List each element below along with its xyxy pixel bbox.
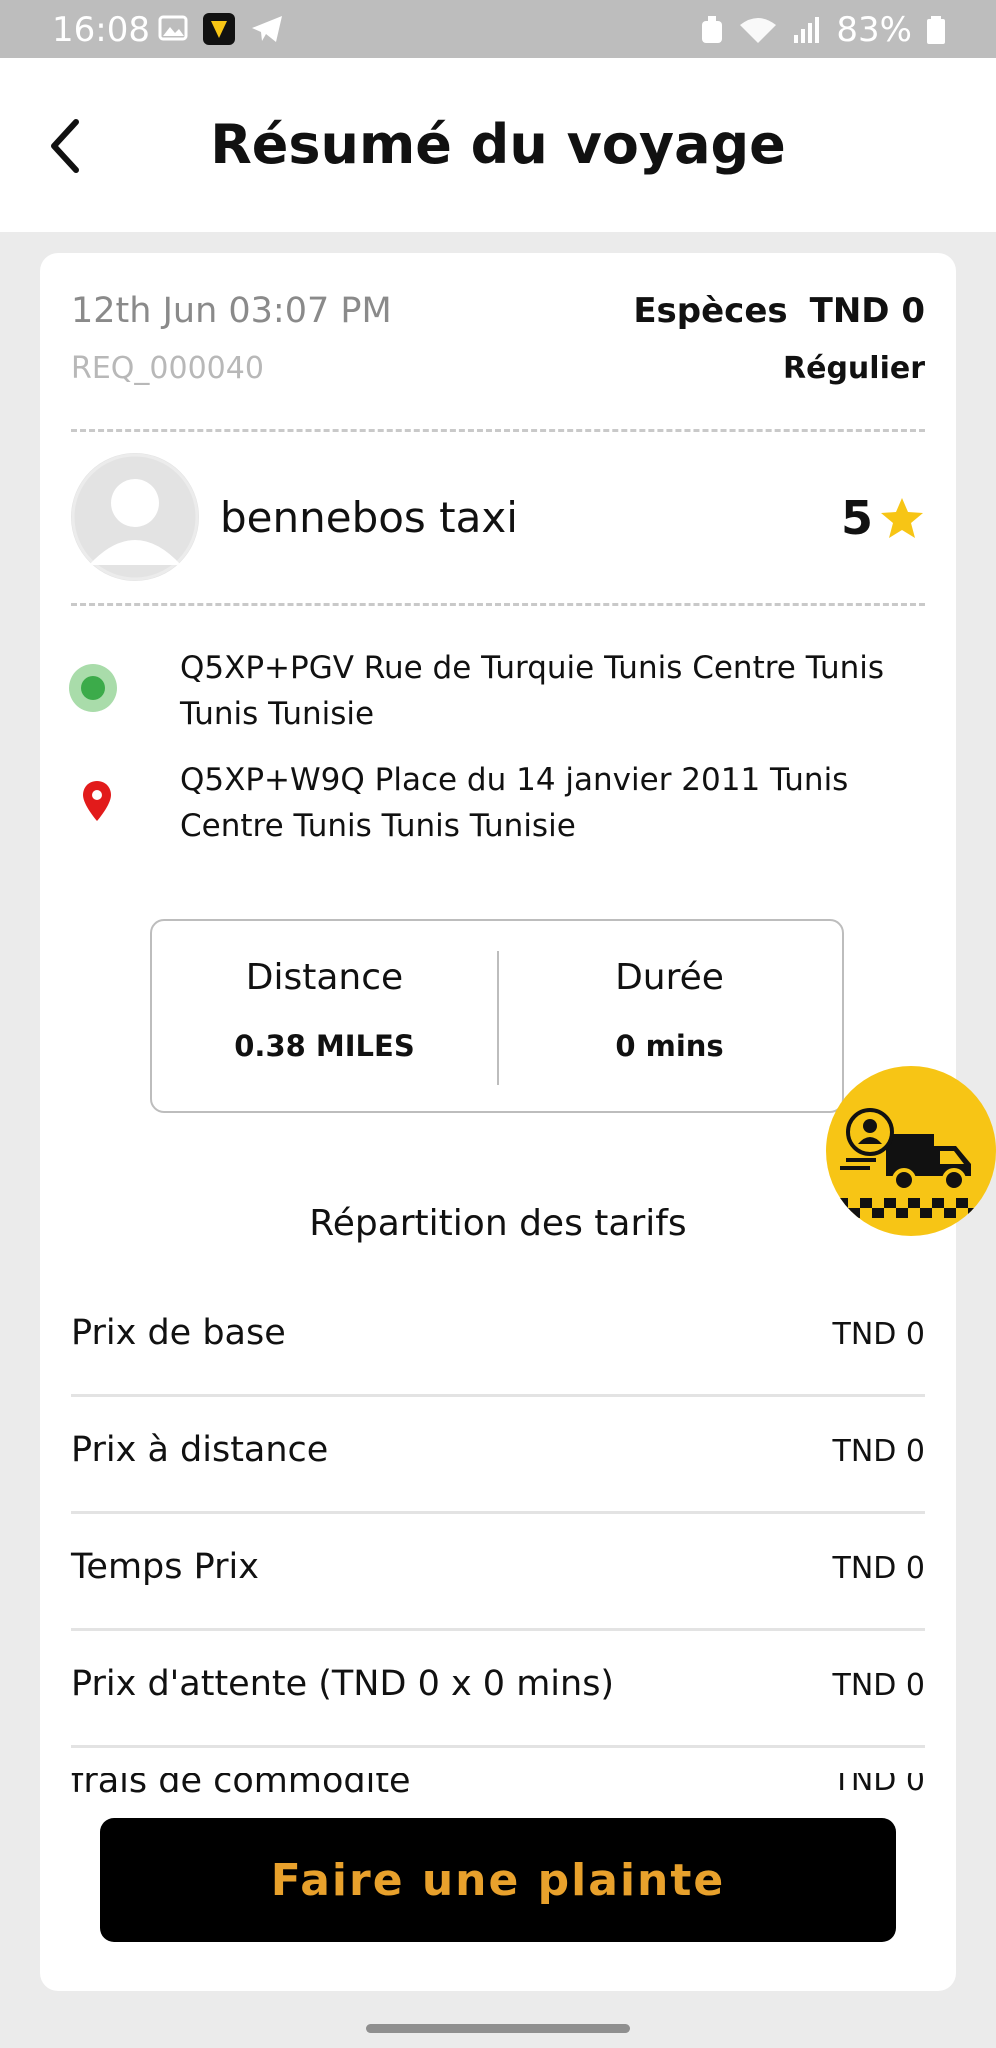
rating-value: 5 [840, 491, 873, 545]
fare-row: Prix de base TND 0 [71, 1277, 925, 1397]
status-right: 83% [700, 10, 946, 50]
fare-value: TND 0 [832, 1317, 926, 1352]
delivery-truck-icon [836, 1108, 980, 1218]
divider [71, 603, 925, 606]
fare-row: Prix à distance TND 0 [71, 1394, 925, 1514]
home-indicator[interactable] [366, 2024, 630, 2033]
driver-rating: 5 [841, 491, 925, 545]
duration-stat: Durée 0 mins [497, 921, 842, 1111]
battery-percent: 83% [836, 10, 912, 50]
fare-row: Prix d'attente (TND 0 x 0 mins) TND 0 [71, 1628, 925, 1748]
fare-label: Prix à distance [71, 1430, 329, 1470]
pickup-address: Q5XP+PGV Rue de Turquie Tunis Centre Tun… [180, 650, 885, 732]
distance-stat: Distance 0.38 MILES [152, 921, 497, 1111]
request-id: REQ_000040 [71, 351, 264, 386]
fare-breakdown-title: Répartition des tarifs [309, 1203, 687, 1244]
star-icon [881, 498, 923, 538]
divider [71, 429, 925, 432]
fare-label: Prix de base [71, 1313, 286, 1353]
fare-row: Temps Prix TND 0 [71, 1511, 925, 1631]
fare-row: frais de commodité TND 0 [71, 1773, 925, 1793]
ride-type: Régulier [783, 351, 925, 386]
avatar [71, 453, 199, 581]
dropoff-pin-icon [83, 781, 111, 821]
trip-stats-box: Distance 0.38 MILES Durée 0 mins [150, 919, 844, 1113]
page-title: Résumé du voyage [210, 113, 786, 176]
driver-name: bennebos taxi [220, 493, 518, 542]
app-header: Résumé du voyage [0, 58, 996, 232]
fare-value: TND 0 [832, 1668, 926, 1703]
fare-label: frais de commodité [71, 1773, 411, 1793]
app-notification-icon [203, 13, 235, 45]
complaint-button[interactable]: Faire une plainte [100, 1818, 896, 1942]
fare-label: Prix d'attente (TND 0 x 0 mins) [71, 1664, 615, 1704]
status-bar: 16:08 83% [0, 0, 996, 58]
delivery-truck-button[interactable] [826, 1066, 996, 1236]
trip-summary-card: 12th Jun 03:07 PM REQ_000040 Espèces TND … [40, 253, 956, 1991]
duration-label: Durée [615, 957, 724, 998]
payment-info: Espèces TND 0 [633, 291, 925, 331]
fare-label: Temps Prix [71, 1547, 259, 1587]
gallery-icon [158, 15, 188, 41]
distance-value: 0.38 MILES [234, 1029, 415, 1063]
wifi-icon [740, 18, 777, 43]
duration-value: 0 mins [615, 1029, 724, 1063]
trip-date: 12th Jun 03:07 PM [71, 291, 392, 331]
sync-icon [702, 16, 723, 43]
distance-label: Distance [245, 957, 404, 998]
telegram-icon [252, 16, 282, 42]
pickup-dot-icon [69, 664, 117, 712]
battery-icon [927, 16, 945, 44]
status-time: 16:08 [52, 10, 150, 50]
signal-icon [794, 17, 820, 43]
trip-amount: TND 0 [809, 291, 925, 331]
fare-value: TND 0 [832, 1551, 926, 1586]
payment-method: Espèces [633, 291, 788, 331]
fare-value: TND 0 [832, 1773, 926, 1793]
dropoff-address: Q5XP+W9Q Place du 14 janvier 2011 Tunis … [180, 762, 849, 844]
fare-value: TND 0 [832, 1434, 926, 1469]
